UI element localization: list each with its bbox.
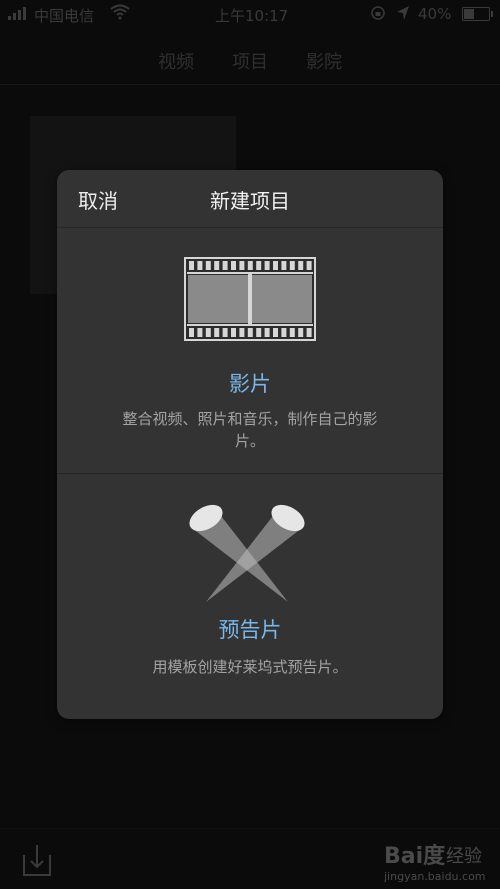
location-icon	[397, 6, 409, 20]
dialog-header: 取消 新建项目	[57, 170, 443, 228]
sprocket-hole	[222, 261, 228, 270]
sprocket-hole	[205, 261, 211, 270]
watermark-logo: Bai度	[384, 844, 446, 869]
dialog-title: 新建项目	[210, 189, 290, 213]
sprocket-hole	[189, 261, 194, 270]
spotlights-icon	[189, 504, 305, 602]
sprocket-hole	[214, 328, 220, 337]
top-tabs: 视频 项目 影院	[0, 44, 500, 78]
option-trailer[interactable]: 预告片 用模板创建好莱坞式预告片。	[57, 474, 443, 719]
sprocket-hole	[256, 261, 262, 270]
sprocket-hole	[214, 261, 220, 270]
filmstrip-icon	[184, 257, 316, 341]
option-movie-description: 整合视频、照片和音乐，制作自己的影片。	[122, 410, 378, 450]
watermark-url: jingyan.baidu.com	[384, 870, 486, 883]
sprocket-hole	[264, 261, 270, 270]
sprocket-hole	[298, 328, 304, 337]
sprocket-hole	[231, 261, 236, 270]
sprocket-hole	[222, 328, 228, 337]
rotation-lock-icon	[371, 6, 385, 20]
sprocket-hole	[289, 328, 295, 337]
sprocket-hole	[239, 328, 245, 337]
screen: 中国电信 上午10:17 40% 视频 项目 影院 取消 新建项目 影片 整合视…	[0, 0, 500, 889]
carrier-label: 中国电信	[34, 7, 95, 25]
sprocket-hole	[281, 328, 287, 337]
clock: 上午10:17	[215, 7, 289, 25]
baidu-watermark: Bai度 经验 jingyan.baidu.com	[380, 838, 498, 886]
signal-icon	[8, 6, 30, 20]
option-trailer-title: 预告片	[218, 618, 282, 642]
sprocket-hole	[247, 261, 253, 270]
option-movie-title: 影片	[229, 372, 271, 396]
wifi-icon	[110, 4, 130, 20]
tab-video[interactable]: 视频	[158, 44, 194, 78]
watermark-label: 经验	[446, 846, 482, 867]
sprocket-hole	[306, 261, 312, 270]
import-icon[interactable]	[22, 843, 52, 877]
option-movie[interactable]: 影片 整合视频、照片和音乐，制作自己的影片。	[57, 228, 443, 474]
tab-projects[interactable]: 项目	[232, 44, 268, 78]
sprocket-hole	[281, 261, 287, 270]
battery-percent: 40%	[418, 5, 452, 23]
sprocket-hole	[256, 328, 262, 337]
sprocket-hole	[239, 261, 245, 270]
sprocket-hole	[273, 261, 278, 270]
sprocket-hole	[197, 328, 203, 337]
option-trailer-description: 用模板创建好莱坞式预告片。	[152, 658, 348, 676]
sprocket-hole	[231, 328, 236, 337]
sprocket-hole	[189, 328, 194, 337]
tab-theater[interactable]: 影院	[306, 44, 342, 78]
sprocket-hole	[289, 261, 295, 270]
sprocket-hole	[205, 328, 211, 337]
battery-icon	[462, 7, 493, 21]
header-divider	[0, 84, 500, 85]
status-bar: 中国电信 上午10:17 40%	[0, 0, 500, 30]
new-project-dialog: 取消 新建项目 影片 整合视频、照片和音乐，制作自己的影片。 预告片 用模板创建…	[57, 170, 443, 719]
sprocket-hole	[197, 261, 203, 270]
sprocket-hole	[298, 261, 304, 270]
sprocket-hole	[247, 328, 253, 337]
sprocket-hole	[264, 328, 270, 337]
sprocket-hole	[273, 328, 278, 337]
sprocket-hole	[306, 328, 312, 337]
